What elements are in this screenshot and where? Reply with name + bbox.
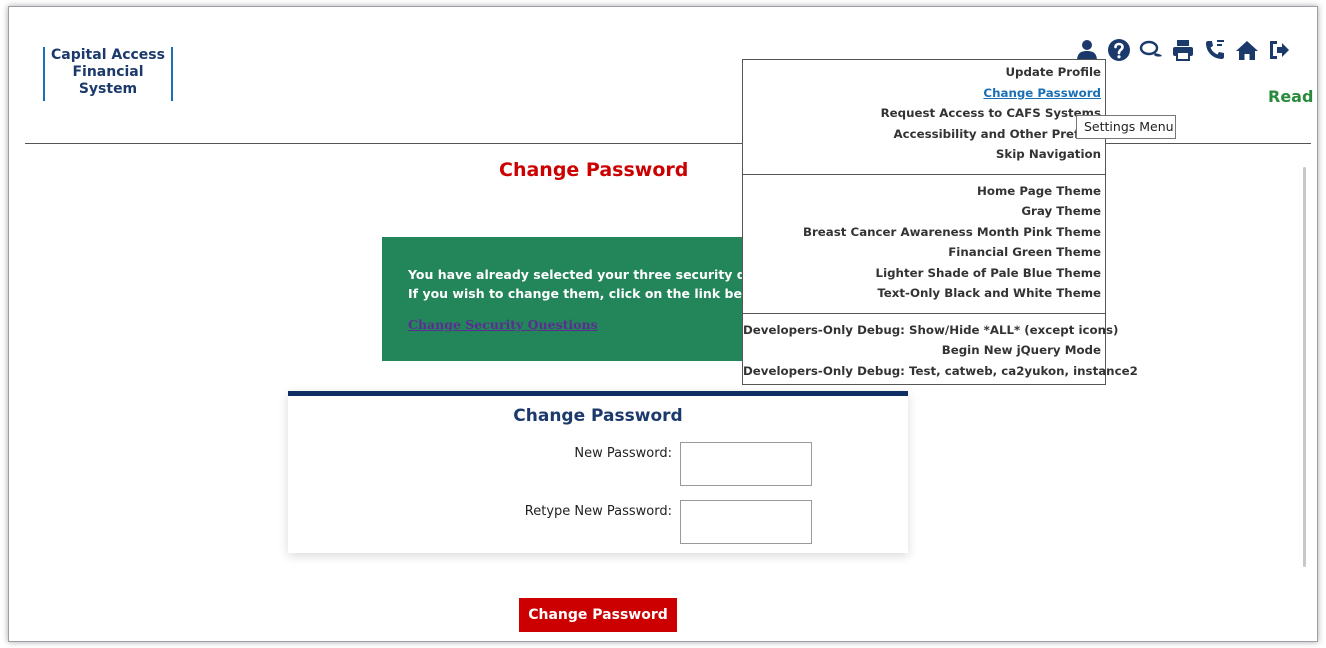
menu-item-accessibility[interactable]: Accessibility and Other Prefere bbox=[743, 124, 1101, 145]
home-icon[interactable] bbox=[1235, 38, 1259, 62]
retype-password-field[interactable] bbox=[680, 500, 812, 544]
menu-item-pink-theme[interactable]: Breast Cancer Awareness Month Pink Theme bbox=[743, 222, 1101, 243]
security-questions-notice: You have already selected your three sec… bbox=[382, 237, 762, 361]
settings-menu-tooltip: Settings Menu bbox=[1076, 115, 1176, 139]
header-toolbar bbox=[1075, 37, 1291, 63]
logout-icon[interactable] bbox=[1267, 38, 1291, 62]
settings-menu: Update Profile Change Password Request A… bbox=[742, 59, 1138, 385]
cafs-logo[interactable]: Capital Access Financial System bbox=[43, 47, 173, 101]
app-window: Capital Access Financial System Read Cha… bbox=[8, 6, 1318, 642]
menu-item-debug-test[interactable]: Developers-Only Debug: Test, catweb, ca2… bbox=[743, 361, 1138, 382]
new-password-label: New Password: bbox=[574, 446, 672, 461]
notice-line-2: If you wish to change them, click on the… bbox=[408, 286, 762, 301]
panel-title: Change Password bbox=[513, 406, 683, 426]
menu-item-green-theme[interactable]: Financial Green Theme bbox=[743, 242, 1101, 263]
status-text: Read bbox=[1268, 87, 1314, 106]
notice-line-1: You have already selected your three sec… bbox=[408, 267, 762, 282]
vertical-scrollbar[interactable] bbox=[1303, 167, 1306, 567]
menu-item-jquery-mode[interactable]: Begin New jQuery Mode bbox=[743, 340, 1101, 361]
new-password-field[interactable] bbox=[680, 442, 812, 486]
phone-icon[interactable] bbox=[1203, 38, 1227, 62]
help-icon[interactable] bbox=[1107, 38, 1131, 62]
logo-line-3: System bbox=[78, 81, 138, 97]
menu-divider bbox=[743, 312, 1105, 314]
menu-item-pale-blue-theme[interactable]: Lighter Shade of Pale Blue Theme bbox=[743, 263, 1101, 284]
change-password-panel: Change Password New Password: Retype New… bbox=[288, 391, 908, 553]
change-security-questions-link[interactable]: Change Security Questions bbox=[408, 317, 598, 332]
page-title: Change Password bbox=[499, 159, 689, 181]
menu-item-home-page-theme[interactable]: Home Page Theme bbox=[743, 181, 1101, 202]
logo-line-1: Capital Access bbox=[51, 47, 165, 63]
menu-divider bbox=[743, 173, 1105, 175]
chat-icon[interactable] bbox=[1139, 38, 1163, 62]
menu-item-debug-show-hide[interactable]: Developers-Only Debug: Show/Hide *ALL* (… bbox=[743, 320, 1118, 341]
menu-item-change-password[interactable]: Change Password bbox=[743, 83, 1101, 104]
retype-password-label: Retype New Password: bbox=[524, 504, 672, 519]
menu-item-skip-navigation[interactable]: Skip Navigation bbox=[743, 144, 1101, 165]
menu-item-request-access[interactable]: Request Access to CAFS Systems bbox=[743, 103, 1101, 124]
header-divider bbox=[25, 143, 1311, 144]
change-password-button[interactable]: Change Password bbox=[519, 598, 677, 632]
menu-item-update-profile[interactable]: Update Profile bbox=[743, 62, 1101, 83]
logo-line-2: Financial bbox=[72, 64, 144, 80]
menu-item-text-only-theme[interactable]: Text-Only Black and White Theme bbox=[743, 283, 1101, 304]
print-icon[interactable] bbox=[1171, 38, 1195, 62]
menu-item-gray-theme[interactable]: Gray Theme bbox=[743, 201, 1101, 222]
